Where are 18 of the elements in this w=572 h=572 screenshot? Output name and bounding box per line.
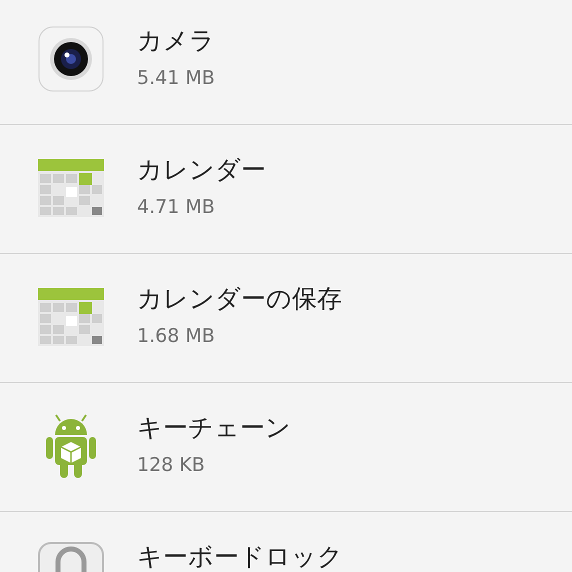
app-row[interactable]: カメラ 5.41 MB (0, 0, 572, 125)
app-name: カメラ (137, 27, 215, 54)
app-name: キーチェーン (137, 414, 291, 442)
app-row[interactable]: キーボードロック (0, 512, 572, 572)
app-size: 5.41 MB (137, 66, 215, 90)
camera-icon (38, 26, 104, 92)
calendar-icon (38, 159, 104, 217)
android-robot-icon (46, 413, 96, 479)
app-name: カレンダー (137, 156, 266, 184)
app-size: 4.71 MB (137, 196, 216, 218)
app-name: キーボードロック (137, 543, 343, 570)
app-size: 128 KB (137, 454, 206, 476)
app-name: カレンダーの保存 (137, 285, 342, 312)
app-row[interactable]: カレンダー 4.71 MB (0, 125, 572, 254)
calendar-icon (38, 288, 104, 346)
app-row[interactable]: キーチェーン 128 KB (0, 383, 572, 512)
app-row[interactable]: カレンダーの保存 1.68 MB (0, 254, 572, 383)
app-size: 1.68 MB (137, 324, 216, 348)
